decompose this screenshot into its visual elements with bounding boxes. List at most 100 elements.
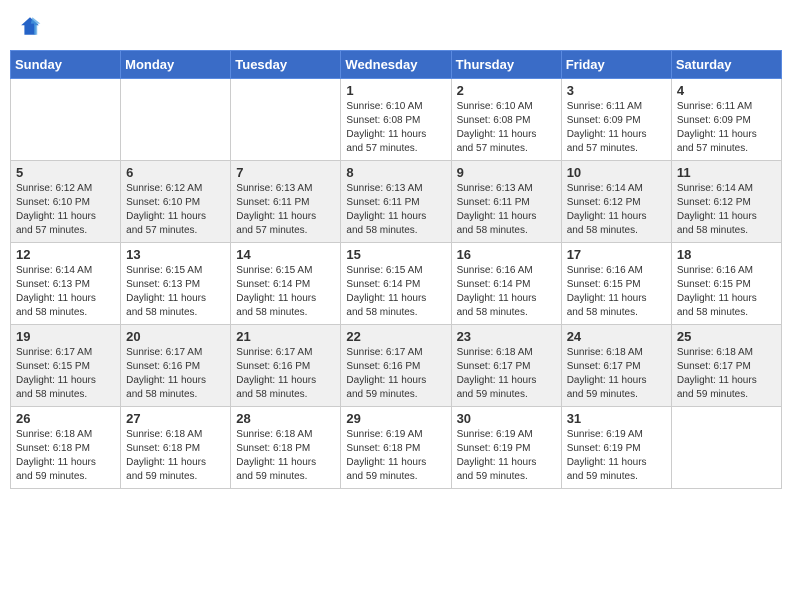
calendar-cell: 20 Sunrise: 6:17 AM Sunset: 6:16 PM Dayli… (121, 325, 231, 407)
day-info: Sunrise: 6:12 AM Sunset: 6:10 PM Dayligh… (126, 182, 225, 238)
day-info: Sunrise: 6:18 AM Sunset: 6:18 PM Dayligh… (16, 428, 115, 484)
day-number: 18 (677, 247, 776, 262)
day-info: Sunrise: 6:14 AM Sunset: 6:12 PM Dayligh… (567, 182, 666, 238)
weekday-header-row: SundayMondayTuesdayWednesdayThursdayFrid… (11, 51, 782, 79)
calendar-cell: 2 Sunrise: 6:10 AM Sunset: 6:08 PM Daylig… (451, 79, 561, 161)
calendar-cell: 10 Sunrise: 6:14 AM Sunset: 6:12 PM Dayli… (561, 161, 671, 243)
day-number: 12 (16, 247, 115, 262)
calendar-cell: 6Sunrise: 6:12 AM Sunset: 6:10 PM Daylig… (121, 161, 231, 243)
day-info: Sunrise: 6:17 AM Sunset: 6:16 PM Dayligh… (346, 346, 445, 402)
day-info: Sunrise: 6:18 AM Sunset: 6:17 PM Dayligh… (567, 346, 666, 402)
day-number: 13 (126, 247, 225, 262)
calendar-cell: 24 Sunrise: 6:18 AM Sunset: 6:17 PM Dayli… (561, 325, 671, 407)
day-info: Sunrise: 6:13 AM Sunset: 6:11 PM Dayligh… (346, 182, 445, 238)
weekday-header-friday: Friday (561, 51, 671, 79)
day-number: 14 (236, 247, 335, 262)
day-info: Sunrise: 6:19 AM Sunset: 6:19 PM Dayligh… (457, 428, 556, 484)
calendar-week-row: 26 Sunrise: 6:18 AM Sunset: 6:18 PM Dayli… (11, 407, 782, 489)
calendar-cell: 29Sunrise: 6:19 AM Sunset: 6:18 PM Dayli… (341, 407, 451, 489)
day-number: 25 (677, 329, 776, 344)
day-number: 21 (236, 329, 335, 344)
day-number: 24 (567, 329, 666, 344)
calendar-cell: 17Sunrise: 6:16 AM Sunset: 6:15 PM Dayli… (561, 243, 671, 325)
day-info: Sunrise: 6:14 AM Sunset: 6:13 PM Dayligh… (16, 264, 115, 320)
day-info: Sunrise: 6:17 AM Sunset: 6:16 PM Dayligh… (126, 346, 225, 402)
calendar-cell (121, 79, 231, 161)
calendar-cell: 14Sunrise: 6:15 AM Sunset: 6:14 PM Dayli… (231, 243, 341, 325)
day-info: Sunrise: 6:17 AM Sunset: 6:15 PM Dayligh… (16, 346, 115, 402)
day-number: 5 (16, 165, 115, 180)
day-info: Sunrise: 6:15 AM Sunset: 6:14 PM Dayligh… (346, 264, 445, 320)
day-info: Sunrise: 6:18 AM Sunset: 6:17 PM Dayligh… (677, 346, 776, 402)
day-info: Sunrise: 6:19 AM Sunset: 6:18 PM Dayligh… (346, 428, 445, 484)
calendar-cell: 21 Sunrise: 6:17 AM Sunset: 6:16 PM Dayli… (231, 325, 341, 407)
logo (18, 14, 46, 38)
day-number: 26 (16, 411, 115, 426)
calendar-cell (231, 79, 341, 161)
day-info: Sunrise: 6:16 AM Sunset: 6:15 PM Dayligh… (677, 264, 776, 320)
day-number: 20 (126, 329, 225, 344)
day-info: Sunrise: 6:18 AM Sunset: 6:17 PM Dayligh… (457, 346, 556, 402)
calendar-cell: 8 Sunrise: 6:13 AM Sunset: 6:11 PM Daylig… (341, 161, 451, 243)
weekday-header-saturday: Saturday (671, 51, 781, 79)
calendar-cell: 5 Sunrise: 6:12 AM Sunset: 6:10 PM Daylig… (11, 161, 121, 243)
day-number: 28 (236, 411, 335, 426)
calendar-cell: 31Sunrise: 6:19 AM Sunset: 6:19 PM Dayli… (561, 407, 671, 489)
logo-icon (18, 14, 42, 38)
page-header (10, 10, 782, 42)
calendar-cell: 16 Sunrise: 6:16 AM Sunset: 6:14 PM Dayli… (451, 243, 561, 325)
day-number: 4 (677, 83, 776, 98)
calendar-cell (11, 79, 121, 161)
day-info: Sunrise: 6:10 AM Sunset: 6:08 PM Dayligh… (346, 100, 445, 156)
weekday-header-tuesday: Tuesday (231, 51, 341, 79)
day-info: Sunrise: 6:15 AM Sunset: 6:13 PM Dayligh… (126, 264, 225, 320)
calendar-table: SundayMondayTuesdayWednesdayThursdayFrid… (10, 50, 782, 489)
day-info: Sunrise: 6:18 AM Sunset: 6:18 PM Dayligh… (126, 428, 225, 484)
day-number: 2 (457, 83, 556, 98)
calendar-cell: 27 Sunrise: 6:18 AM Sunset: 6:18 PM Dayli… (121, 407, 231, 489)
day-number: 9 (457, 165, 556, 180)
calendar-cell: 1 Sunrise: 6:10 AM Sunset: 6:08 PM Daylig… (341, 79, 451, 161)
day-info: Sunrise: 6:10 AM Sunset: 6:08 PM Dayligh… (457, 100, 556, 156)
weekday-header-wednesday: Wednesday (341, 51, 451, 79)
calendar-cell: 9 Sunrise: 6:13 AM Sunset: 6:11 PM Daylig… (451, 161, 561, 243)
calendar-cell: 7Sunrise: 6:13 AM Sunset: 6:11 PM Daylig… (231, 161, 341, 243)
calendar-cell: 22Sunrise: 6:17 AM Sunset: 6:16 PM Dayli… (341, 325, 451, 407)
day-number: 7 (236, 165, 335, 180)
calendar-cell: 12 Sunrise: 6:14 AM Sunset: 6:13 PM Dayli… (11, 243, 121, 325)
day-number: 17 (567, 247, 666, 262)
calendar-week-row: 5 Sunrise: 6:12 AM Sunset: 6:10 PM Daylig… (11, 161, 782, 243)
calendar-cell: 11Sunrise: 6:14 AM Sunset: 6:12 PM Dayli… (671, 161, 781, 243)
day-number: 16 (457, 247, 556, 262)
calendar-week-row: 1 Sunrise: 6:10 AM Sunset: 6:08 PM Daylig… (11, 79, 782, 161)
day-info: Sunrise: 6:11 AM Sunset: 6:09 PM Dayligh… (677, 100, 776, 156)
calendar-cell: 26 Sunrise: 6:18 AM Sunset: 6:18 PM Dayli… (11, 407, 121, 489)
day-number: 10 (567, 165, 666, 180)
day-number: 30 (457, 411, 556, 426)
weekday-header-thursday: Thursday (451, 51, 561, 79)
day-info: Sunrise: 6:11 AM Sunset: 6:09 PM Dayligh… (567, 100, 666, 156)
weekday-header-monday: Monday (121, 51, 231, 79)
calendar-cell: 15 Sunrise: 6:15 AM Sunset: 6:14 PM Dayli… (341, 243, 451, 325)
weekday-header-sunday: Sunday (11, 51, 121, 79)
day-info: Sunrise: 6:13 AM Sunset: 6:11 PM Dayligh… (457, 182, 556, 238)
day-number: 8 (346, 165, 445, 180)
calendar-week-row: 12 Sunrise: 6:14 AM Sunset: 6:13 PM Dayli… (11, 243, 782, 325)
calendar-cell: 3 Sunrise: 6:11 AM Sunset: 6:09 PM Daylig… (561, 79, 671, 161)
day-number: 27 (126, 411, 225, 426)
calendar-cell: 18 Sunrise: 6:16 AM Sunset: 6:15 PM Dayli… (671, 243, 781, 325)
calendar-cell: 28 Sunrise: 6:18 AM Sunset: 6:18 PM Dayli… (231, 407, 341, 489)
calendar-cell: 25 Sunrise: 6:18 AM Sunset: 6:17 PM Dayli… (671, 325, 781, 407)
calendar-cell: 30 Sunrise: 6:19 AM Sunset: 6:19 PM Dayli… (451, 407, 561, 489)
day-number: 3 (567, 83, 666, 98)
day-info: Sunrise: 6:12 AM Sunset: 6:10 PM Dayligh… (16, 182, 115, 238)
calendar-cell: 13 Sunrise: 6:15 AM Sunset: 6:13 PM Dayli… (121, 243, 231, 325)
day-number: 23 (457, 329, 556, 344)
day-info: Sunrise: 6:16 AM Sunset: 6:14 PM Dayligh… (457, 264, 556, 320)
day-info: Sunrise: 6:17 AM Sunset: 6:16 PM Dayligh… (236, 346, 335, 402)
calendar-cell: 23 Sunrise: 6:18 AM Sunset: 6:17 PM Dayli… (451, 325, 561, 407)
day-number: 15 (346, 247, 445, 262)
calendar-week-row: 19Sunrise: 6:17 AM Sunset: 6:15 PM Dayli… (11, 325, 782, 407)
day-number: 1 (346, 83, 445, 98)
day-info: Sunrise: 6:18 AM Sunset: 6:18 PM Dayligh… (236, 428, 335, 484)
